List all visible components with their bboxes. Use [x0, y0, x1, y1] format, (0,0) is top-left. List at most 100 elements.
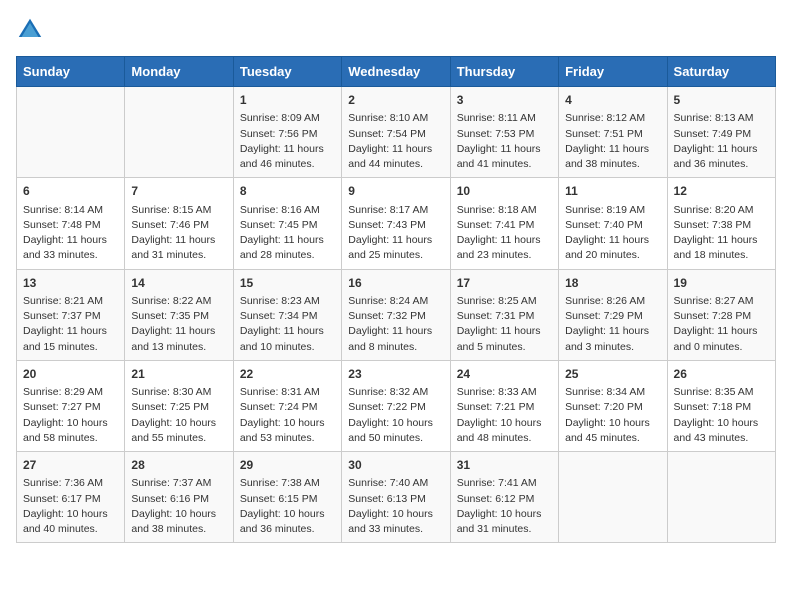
weekday-header-thursday: Thursday — [450, 57, 558, 87]
day-number: 31 — [457, 457, 552, 474]
day-info: Sunrise: 8:09 AMSunset: 7:56 PMDaylight:… — [240, 111, 335, 172]
calendar-cell: 26Sunrise: 8:35 AMSunset: 7:18 PMDayligh… — [667, 360, 775, 451]
calendar-cell: 7 Sunrise: 8:15 AMSunset: 7:46 PMDaylight… — [125, 178, 233, 269]
calendar-cell: 19 Sunrise: 8:27 AMSunset: 7:28 PMDayligh… — [667, 269, 775, 360]
day-info: Sunrise: 8:23 AMSunset: 7:34 PMDaylight:… — [240, 294, 335, 355]
calendar-cell: 8 Sunrise: 8:16 AMSunset: 7:45 PMDaylight… — [233, 178, 341, 269]
day-number: 18 — [565, 275, 660, 292]
day-info: Sunrise: 8:18 AMSunset: 7:41 PMDaylight:… — [457, 203, 552, 264]
day-info: Sunrise: 7:40 AMSunset: 6:13 PMDaylight:… — [348, 476, 443, 537]
calendar-week-row: 1 Sunrise: 8:09 AMSunset: 7:56 PMDaylight… — [17, 87, 776, 178]
calendar-cell: 28 Sunrise: 7:37 AMSunset: 6:16 PMDayligh… — [125, 452, 233, 543]
header — [16, 16, 776, 44]
calendar-cell: 3 Sunrise: 8:11 AMSunset: 7:53 PMDaylight… — [450, 87, 558, 178]
day-number: 22 — [240, 366, 335, 383]
calendar-cell — [17, 87, 125, 178]
day-info: Sunrise: 8:32 AMSunset: 7:22 PMDaylight:… — [348, 385, 443, 446]
day-number: 13 — [23, 275, 118, 292]
day-info: Sunrise: 8:29 AMSunset: 7:27 PMDaylight:… — [23, 385, 118, 446]
weekday-header-row: SundayMondayTuesdayWednesdayThursdayFrid… — [17, 57, 776, 87]
day-number: 1 — [240, 92, 335, 109]
day-info: Sunrise: 8:22 AMSunset: 7:35 PMDaylight:… — [131, 294, 226, 355]
logo-icon — [16, 16, 44, 44]
calendar-cell: 21 Sunrise: 8:30 AMSunset: 7:25 PMDayligh… — [125, 360, 233, 451]
day-number: 19 — [674, 275, 769, 292]
day-number: 20 — [23, 366, 118, 383]
day-number: 25 — [565, 366, 660, 383]
day-number: 29 — [240, 457, 335, 474]
day-number: 21 — [131, 366, 226, 383]
calendar-cell: 11 Sunrise: 8:19 AMSunset: 7:40 PMDayligh… — [559, 178, 667, 269]
day-number: 26 — [674, 366, 769, 383]
day-info: Sunrise: 8:33 AMSunset: 7:21 PMDaylight:… — [457, 385, 552, 446]
day-number: 23 — [348, 366, 443, 383]
day-info: Sunrise: 8:13 AMSunset: 7:49 PMDaylight:… — [674, 111, 769, 172]
calendar-cell: 18Sunrise: 8:26 AMSunset: 7:29 PMDayligh… — [559, 269, 667, 360]
logo — [16, 16, 48, 44]
day-number: 30 — [348, 457, 443, 474]
calendar-cell: 29 Sunrise: 7:38 AMSunset: 6:15 PMDayligh… — [233, 452, 341, 543]
day-info: Sunrise: 7:37 AMSunset: 6:16 PMDaylight:… — [131, 476, 226, 537]
day-info: Sunrise: 8:15 AMSunset: 7:46 PMDaylight:… — [131, 203, 226, 264]
calendar-cell: 22 Sunrise: 8:31 AMSunset: 7:24 PMDayligh… — [233, 360, 341, 451]
calendar-cell: 5 Sunrise: 8:13 AMSunset: 7:49 PMDaylight… — [667, 87, 775, 178]
day-number: 24 — [457, 366, 552, 383]
day-info: Sunrise: 8:27 AMSunset: 7:28 PMDaylight:… — [674, 294, 769, 355]
calendar-cell: 10 Sunrise: 8:18 AMSunset: 7:41 PMDayligh… — [450, 178, 558, 269]
calendar-week-row: 27Sunrise: 7:36 AMSunset: 6:17 PMDayligh… — [17, 452, 776, 543]
day-number: 10 — [457, 183, 552, 200]
day-info: Sunrise: 8:17 AMSunset: 7:43 PMDaylight:… — [348, 203, 443, 264]
day-info: Sunrise: 7:38 AMSunset: 6:15 PMDaylight:… — [240, 476, 335, 537]
day-number: 6 — [23, 183, 118, 200]
calendar-cell: 9 Sunrise: 8:17 AMSunset: 7:43 PMDaylight… — [342, 178, 450, 269]
day-info: Sunrise: 8:10 AMSunset: 7:54 PMDaylight:… — [348, 111, 443, 172]
calendar-cell: 24 Sunrise: 8:33 AMSunset: 7:21 PMDayligh… — [450, 360, 558, 451]
day-number: 5 — [674, 92, 769, 109]
calendar-cell: 20 Sunrise: 8:29 AMSunset: 7:27 PMDayligh… — [17, 360, 125, 451]
day-number: 16 — [348, 275, 443, 292]
calendar-cell — [125, 87, 233, 178]
calendar-cell: 15 Sunrise: 8:23 AMSunset: 7:34 PMDayligh… — [233, 269, 341, 360]
weekday-header-friday: Friday — [559, 57, 667, 87]
calendar-cell — [559, 452, 667, 543]
weekday-header-saturday: Saturday — [667, 57, 775, 87]
calendar-cell: 4Sunrise: 8:12 AMSunset: 7:51 PMDaylight… — [559, 87, 667, 178]
day-number: 17 — [457, 275, 552, 292]
day-info: Sunrise: 8:11 AMSunset: 7:53 PMDaylight:… — [457, 111, 552, 172]
day-info: Sunrise: 8:21 AMSunset: 7:37 PMDaylight:… — [23, 294, 118, 355]
calendar-cell: 13 Sunrise: 8:21 AMSunset: 7:37 PMDayligh… — [17, 269, 125, 360]
day-info: Sunrise: 8:19 AMSunset: 7:40 PMDaylight:… — [565, 203, 660, 264]
day-info: Sunrise: 8:30 AMSunset: 7:25 PMDaylight:… — [131, 385, 226, 446]
weekday-header-monday: Monday — [125, 57, 233, 87]
calendar-cell: 23 Sunrise: 8:32 AMSunset: 7:22 PMDayligh… — [342, 360, 450, 451]
day-number: 9 — [348, 183, 443, 200]
calendar-cell: 12 Sunrise: 8:20 AMSunset: 7:38 PMDayligh… — [667, 178, 775, 269]
weekday-header-wednesday: Wednesday — [342, 57, 450, 87]
day-number: 11 — [565, 183, 660, 200]
calendar-cell: 27Sunrise: 7:36 AMSunset: 6:17 PMDayligh… — [17, 452, 125, 543]
calendar-week-row: 13 Sunrise: 8:21 AMSunset: 7:37 PMDayligh… — [17, 269, 776, 360]
calendar-week-row: 20 Sunrise: 8:29 AMSunset: 7:27 PMDayligh… — [17, 360, 776, 451]
day-number: 3 — [457, 92, 552, 109]
day-number: 8 — [240, 183, 335, 200]
weekday-header-tuesday: Tuesday — [233, 57, 341, 87]
day-number: 7 — [131, 183, 226, 200]
day-number: 2 — [348, 92, 443, 109]
day-info: Sunrise: 8:31 AMSunset: 7:24 PMDaylight:… — [240, 385, 335, 446]
calendar-cell: 17Sunrise: 8:25 AMSunset: 7:31 PMDayligh… — [450, 269, 558, 360]
calendar-table: SundayMondayTuesdayWednesdayThursdayFrid… — [16, 56, 776, 543]
day-info: Sunrise: 8:20 AMSunset: 7:38 PMDaylight:… — [674, 203, 769, 264]
calendar-cell: 6Sunrise: 8:14 AMSunset: 7:48 PMDaylight… — [17, 178, 125, 269]
day-number: 4 — [565, 92, 660, 109]
day-number: 14 — [131, 275, 226, 292]
day-number: 15 — [240, 275, 335, 292]
weekday-header-sunday: Sunday — [17, 57, 125, 87]
day-info: Sunrise: 8:16 AMSunset: 7:45 PMDaylight:… — [240, 203, 335, 264]
day-info: Sunrise: 8:34 AMSunset: 7:20 PMDaylight:… — [565, 385, 660, 446]
day-number: 12 — [674, 183, 769, 200]
calendar-cell: 30 Sunrise: 7:40 AMSunset: 6:13 PMDayligh… — [342, 452, 450, 543]
calendar-cell: 1 Sunrise: 8:09 AMSunset: 7:56 PMDaylight… — [233, 87, 341, 178]
day-info: Sunrise: 7:36 AMSunset: 6:17 PMDaylight:… — [23, 476, 118, 537]
day-number: 28 — [131, 457, 226, 474]
calendar-cell: 25 Sunrise: 8:34 AMSunset: 7:20 PMDayligh… — [559, 360, 667, 451]
